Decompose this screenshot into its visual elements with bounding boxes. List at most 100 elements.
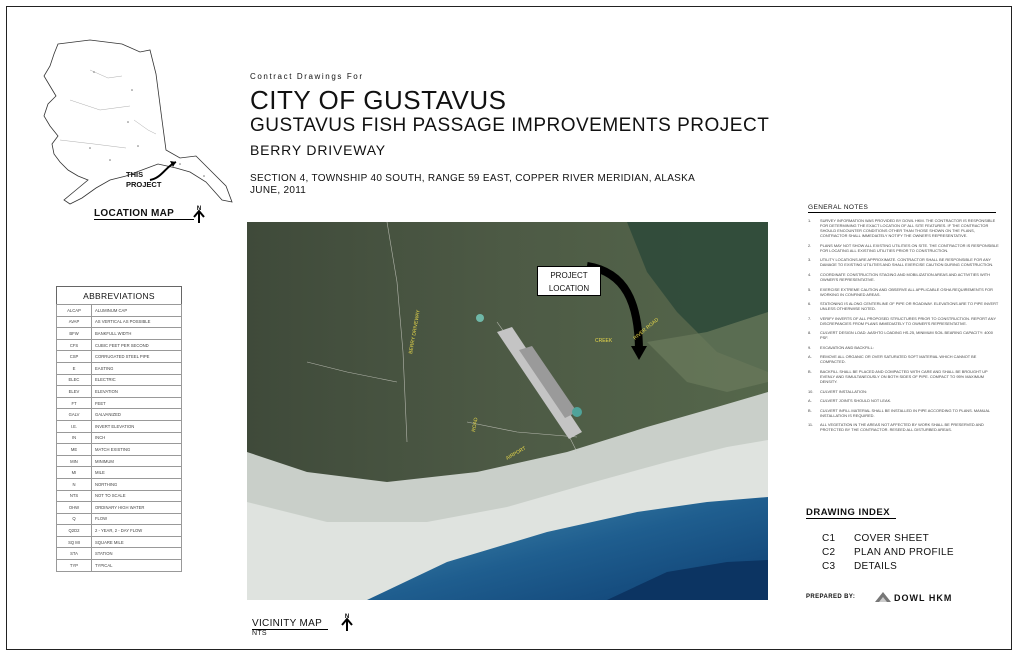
note-number: A.: [808, 398, 812, 404]
abbreviation-row: I.E. INVERT ELEVATION: [56, 419, 182, 433]
location-marker-line1: THIS: [126, 170, 144, 179]
abbreviation-row: FT FEET: [56, 396, 182, 410]
abbreviation-meaning: STATION: [91, 547, 182, 561]
drawing-index-list: C1 COVER SHEET C2 PLAN AND PROFILE C3 DETAILS: [822, 532, 954, 574]
note-number: 8.: [808, 330, 812, 336]
abbreviation-meaning: MATCH EXISTING: [91, 443, 182, 456]
abbreviation-row: Q2D2 2 - YEAR, 2 - DAY FLOW: [56, 524, 182, 537]
abbreviation-meaning: NORTHING: [91, 477, 182, 491]
abbreviation-code: OHW: [56, 501, 92, 514]
general-note: 8. CULVERT DESIGN LOAD: AASHTO LOADING HS…: [808, 330, 1000, 340]
abbreviation-row: IN INCH: [56, 431, 182, 445]
general-notes-title: GENERAL NOTES: [808, 204, 996, 213]
abbreviation-code: MI: [56, 466, 92, 479]
title-block: Contract Drawings For CITY OF GUSTAVUS G…: [250, 72, 850, 197]
aerial-image-icon: BERRY DRIVEWAY ROAD AIRPORT CREEK RIVER …: [247, 222, 768, 600]
abbreviation-meaning: ALUMINUM CAP: [91, 304, 182, 317]
abbreviations-table: ABBREVIATIONS ALCAP ALUMINUM CAP AVAP AS VE…: [56, 286, 182, 572]
abbreviation-row: STA STATION: [56, 547, 182, 561]
prepared-by-label: PREPARED BY:: [806, 594, 856, 600]
abbreviation-code: ELEC: [56, 373, 92, 387]
vicinity-map-scale: NTS: [252, 630, 267, 637]
note-text: CULVERT JOINTS SHOULD NOT LEAK.: [820, 398, 892, 404]
abbreviation-meaning: AS VERTICAL AS POSSIBLE: [91, 315, 182, 329]
vicinity-north-arrow-icon: N: [340, 612, 354, 636]
vicinity-aerial-photo: BERRY DRIVEWAY ROAD AIRPORT CREEK RIVER …: [247, 222, 768, 600]
abbreviation-row: CFS CUBIC FEET PER SECOND: [56, 338, 182, 352]
site-title: BERRY DRIVEWAY: [250, 142, 386, 158]
sheet-code: C3: [822, 561, 836, 572]
general-note: 7. VERIFY INVERTS OF ALL PROPOSED STRUCTU…: [808, 316, 1000, 326]
abbreviation-code: N: [56, 477, 92, 491]
general-note: 2. PLANS MAY NOT SHOW ALL EXISTING UTILIT…: [808, 243, 1000, 253]
firm-name: DOWL HKM: [894, 593, 953, 603]
abbreviation-row: SQ MI SQUARE MILE: [56, 535, 182, 549]
abbreviation-meaning: 2 - YEAR, 2 - DAY FLOW: [91, 524, 182, 537]
abbreviation-row: ALCAP ALUMINUM CAP: [56, 304, 182, 317]
abbreviation-code: CSP: [56, 350, 92, 363]
abbreviation-meaning: INCH: [91, 431, 182, 445]
location-map: THIS PROJECT: [30, 30, 240, 210]
drawing-date: JUNE, 2011: [250, 185, 307, 196]
abbreviation-row: N NORTHING: [56, 477, 182, 491]
location-marker-line2: PROJECT: [126, 180, 162, 189]
abbreviation-code: GALV: [56, 408, 92, 421]
abbreviation-code: IN: [56, 431, 92, 445]
general-note: 10. CULVERT INSTALLATION:: [808, 389, 1000, 394]
sheet-name: COVER SHEET: [854, 533, 929, 544]
abbreviation-meaning: SQUARE MILE: [91, 535, 182, 549]
abbreviation-code: FT: [56, 396, 92, 410]
firm-logo-icon: [875, 592, 891, 602]
note-number: 9.: [808, 344, 812, 350]
abbreviation-row: GALV GALVANIZED: [56, 408, 182, 421]
note-text: REMOVE ALL ORGANIC OR OVER SATURATED SOF…: [820, 354, 977, 365]
abbreviation-row: ME MATCH EXISTING: [56, 443, 182, 456]
abbreviation-meaning: CORRUGATED STEEL PIPE: [91, 350, 182, 363]
general-note: 4. COORDINATE CONSTRUCTION STAGING AND MO…: [808, 272, 1000, 282]
general-note: 1. SURVEY INFORMATION WAS PROVIDED BY DOW…: [808, 218, 1000, 238]
abbreviation-meaning: MINIMUM: [91, 454, 182, 468]
drawing-index-item: C3 DETAILS: [822, 560, 954, 574]
drawing-index-item: C2 PLAN AND PROFILE: [822, 546, 954, 560]
note-number: 7.: [808, 315, 812, 321]
abbreviation-meaning: NOT TO SCALE: [91, 489, 182, 503]
abbreviation-meaning: CUBIC FEET PER SECOND: [91, 338, 182, 352]
general-note: 3. UTILITY LOCATIONS ARE APPROXIMATE. CON…: [808, 257, 1000, 267]
abbreviation-row: MIN MINIMUM: [56, 454, 182, 468]
abbreviation-row: E EASTING: [56, 361, 182, 375]
general-notes-list: 1. SURVEY INFORMATION WAS PROVIDED BY DOW…: [808, 218, 1000, 437]
note-number: B.: [808, 407, 812, 413]
abbreviation-meaning: ELEVATION: [91, 385, 182, 398]
sheet-name: PLAN AND PROFILE: [854, 547, 954, 558]
project-location-callout: PROJECT LOCATION: [537, 266, 601, 296]
abbreviation-row: Q FLOW: [56, 512, 182, 526]
note-text: ALL VEGETATION IN THE AREAS NOT AFFECTED…: [820, 422, 984, 433]
note-text: PLANS MAY NOT SHOW ALL EXISTING UTILITIE…: [820, 242, 999, 253]
note-text: UTILITY LOCATIONS ARE APPROXIMATE. CONTR…: [820, 257, 994, 268]
sheet-code: C1: [822, 533, 836, 544]
general-note: 6. STATIONING IS ALONG CENTERLINE OF PIPE…: [808, 301, 1000, 311]
abbreviation-row: NTS NOT TO SCALE: [56, 489, 182, 503]
abbreviation-code: ME: [56, 443, 92, 456]
abbreviation-row: BFW BANKFULL WIDTH: [56, 327, 182, 340]
note-number: B.: [808, 368, 812, 374]
vicinity-map-title: VICINITY MAP: [252, 618, 328, 630]
abbreviation-meaning: GALVANIZED: [91, 408, 182, 421]
abbreviation-meaning: INVERT ELEVATION: [91, 419, 182, 433]
abbreviation-code: SQ MI: [56, 535, 92, 549]
svg-text:CREEK: CREEK: [595, 338, 613, 344]
general-note: A. REMOVE ALL ORGANIC OR OVER SATURATED S…: [808, 354, 1000, 364]
city-title: CITY OF GUSTAVUS: [250, 85, 507, 115]
abbreviation-row: ELEV ELEVATION: [56, 385, 182, 398]
abbreviation-code: I.E.: [56, 419, 92, 433]
note-number: A.: [808, 354, 812, 360]
abbreviation-meaning: ORDINARY HIGH WATER: [91, 501, 182, 514]
note-number: 6.: [808, 301, 812, 307]
drawing-index-item: C1 COVER SHEET: [822, 532, 954, 546]
general-note: A. CULVERT JOINTS SHOULD NOT LEAK.: [808, 398, 1000, 403]
abbreviation-meaning: MILE: [91, 466, 182, 479]
callout-line2: LOCATION: [548, 284, 590, 293]
abbreviation-row: MI MILE: [56, 466, 182, 479]
note-text: CULVERT DESIGN LOAD: AASHTO LOADING HS-2…: [820, 330, 993, 341]
note-number: 4.: [808, 271, 812, 277]
